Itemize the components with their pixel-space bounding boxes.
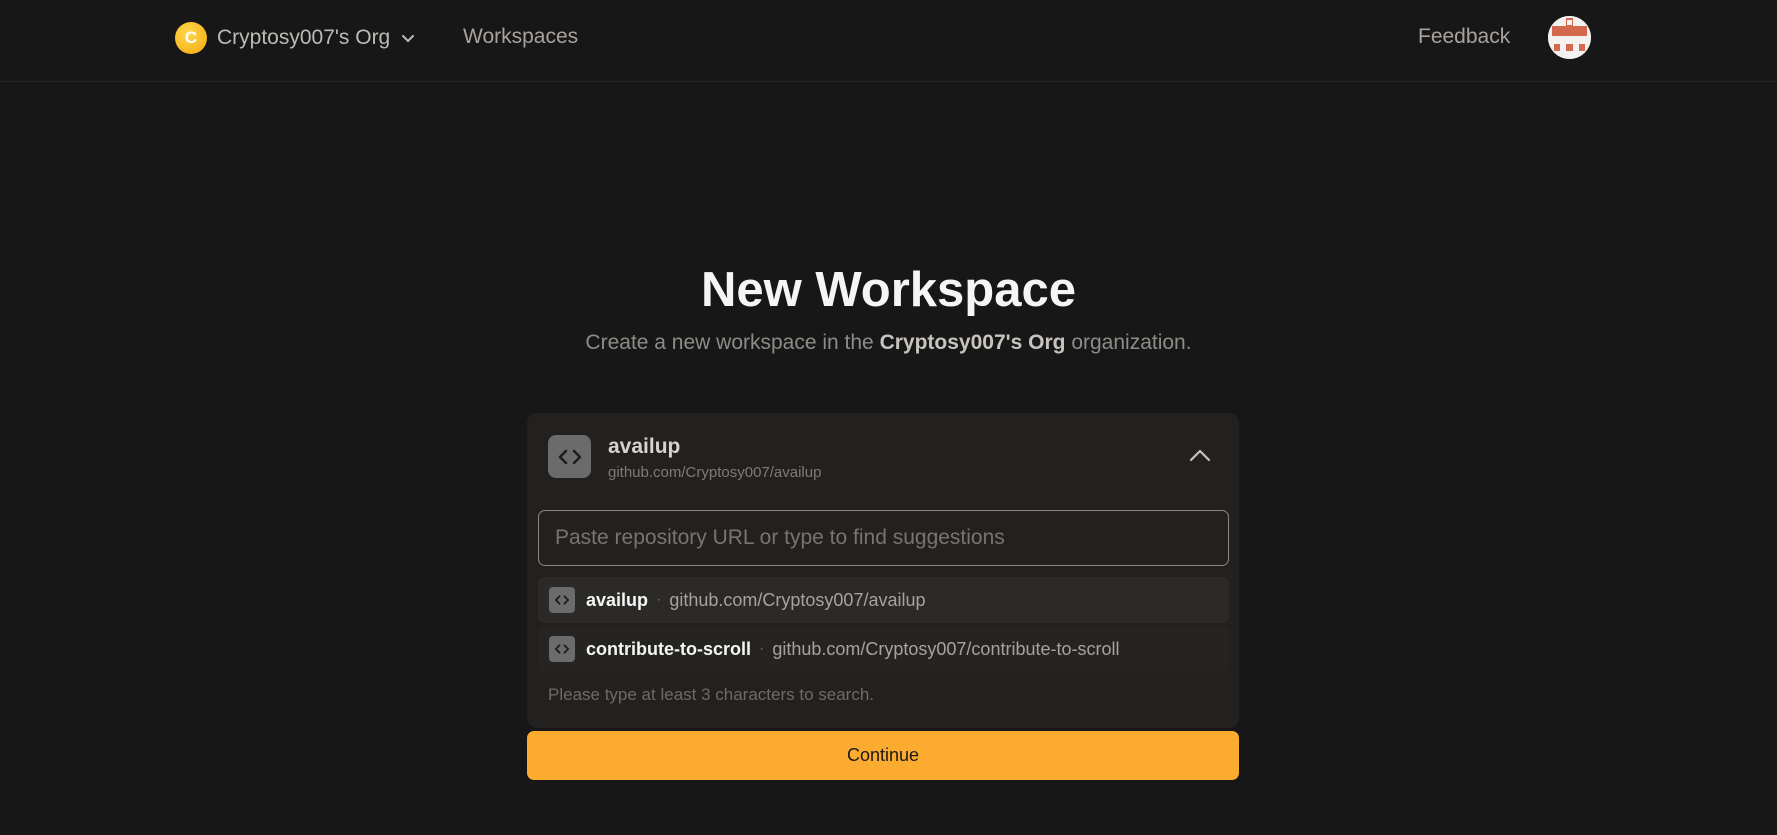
page-title: New Workspace <box>701 263 1076 317</box>
continue-button[interactable]: Continue <box>527 731 1239 780</box>
selected-repo-name: availup <box>608 435 681 458</box>
chevron-up-icon[interactable] <box>1187 443 1213 469</box>
workspaces-link[interactable]: Workspaces <box>463 25 578 49</box>
suggestion-name: availup <box>586 589 649 610</box>
org-name: Cryptosy007's Org <box>217 26 391 49</box>
selected-repo-url: github.com/Cryptosy007/availup <box>608 464 822 481</box>
avatar-pattern-icon <box>1548 16 1591 59</box>
page-subtitle: Create a new workspace in the Cryptosy00… <box>585 331 1192 354</box>
org-avatar: C <box>175 22 207 54</box>
selected-repository[interactable]: availup github.com/Cryptosy007/availup <box>527 413 1239 498</box>
repository-selector-card: availup github.com/Cryptosy007/availup a… <box>527 413 1239 728</box>
suggestion-url: github.com/Cryptosy007/availup <box>669 589 926 610</box>
subtitle-org-name: Cryptosy007's Org <box>879 331 1066 354</box>
code-brackets-icon <box>549 636 575 662</box>
suggestion-item[interactable]: availup · github.com/Cryptosy007/availup <box>538 577 1229 623</box>
suggestion-item[interactable]: contribute-to-scroll · github.com/Crypto… <box>538 626 1229 672</box>
code-brackets-icon <box>548 435 591 478</box>
suggestion-separator: · <box>656 591 662 608</box>
top-navigation-bar: C Cryptosy007's Org Workspaces Feedback <box>0 0 1777 82</box>
search-hint: Please type at least 3 characters to sea… <box>548 685 875 704</box>
feedback-link[interactable]: Feedback <box>1418 25 1510 49</box>
suggestion-name: contribute-to-scroll <box>586 638 751 659</box>
org-switcher[interactable]: C Cryptosy007's Org <box>175 21 416 55</box>
repository-search-input[interactable] <box>538 510 1229 566</box>
chevron-down-icon <box>402 35 415 42</box>
suggestion-url: github.com/Cryptosy007/contribute-to-scr… <box>772 638 1120 659</box>
user-avatar[interactable] <box>1548 16 1591 59</box>
code-brackets-icon <box>549 587 575 613</box>
suggestion-separator: · <box>759 640 765 657</box>
